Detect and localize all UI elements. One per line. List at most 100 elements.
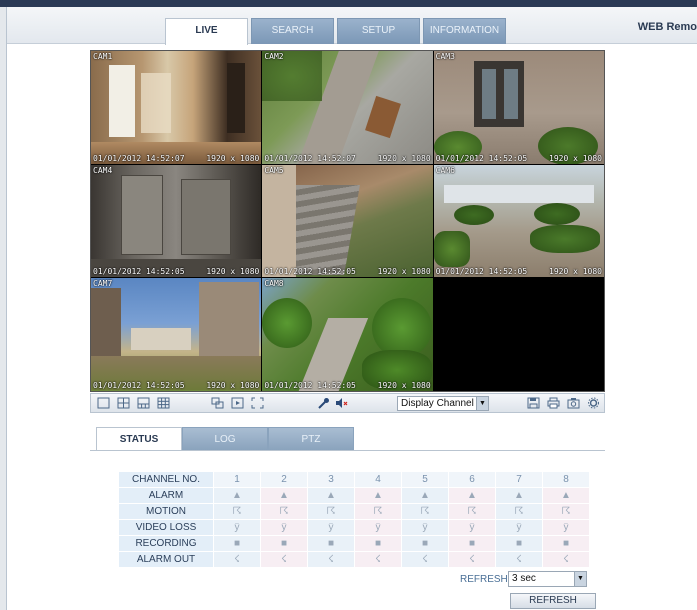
channel-number: 1	[213, 471, 261, 488]
camera-resolution: 1920 x 1080	[377, 153, 431, 163]
alarm-out-icon: ☇	[401, 551, 449, 568]
channel-number: 8	[542, 471, 590, 488]
video-loss-icon: ÿ	[354, 519, 402, 536]
sequence-icon[interactable]	[211, 397, 224, 409]
camera-view-8[interactable]: CAM8 01/01/2012 14:52:05 1920 x 1080	[262, 278, 433, 391]
camera-resolution: 1920 x 1080	[206, 380, 260, 390]
recording-icon: ■	[401, 535, 449, 552]
camera-label: CAM8	[264, 279, 284, 289]
channel-number: 5	[401, 471, 449, 488]
video-loss-icon: ÿ	[495, 519, 543, 536]
alarm-icon: ▲	[495, 487, 543, 504]
tab-search[interactable]: SEARCH	[251, 18, 334, 44]
info-subtabs: STATUS LOG PTZ	[90, 427, 590, 451]
channel-number: 4	[354, 471, 402, 488]
tab-status[interactable]: STATUS	[96, 427, 182, 451]
recording-icon: ■	[260, 535, 308, 552]
video-loss-icon: ÿ	[542, 519, 590, 536]
camera-label: CAM4	[93, 165, 113, 175]
camera-timestamp: 01/01/2012 14:52:05	[435, 267, 528, 277]
camera-timestamp: 01/01/2012 14:52:07	[93, 153, 185, 163]
print-icon[interactable]	[547, 397, 560, 409]
table-row-recording: RECORDING ■ ■ ■ ■ ■ ■ ■ ■	[118, 535, 590, 552]
refresh-label: REFRESH	[460, 574, 508, 585]
alarm-out-icon: ☇	[260, 551, 308, 568]
table-row-alarm-out: ALARM OUT ☇ ☇ ☇ ☇ ☇ ☇ ☇ ☇	[118, 551, 590, 568]
table-row-alarm: ALARM ▲ ▲ ▲ ▲ ▲ ▲ ▲ ▲	[118, 487, 590, 504]
tab-live[interactable]: LIVE	[165, 18, 248, 45]
channel-status-table: CHANNEL NO. 1 2 3 4 5 6 7 8 ALARM ▲ ▲ ▲ …	[118, 471, 590, 568]
motion-icon: ☈	[495, 503, 543, 520]
tab-information[interactable]: INFORMATION	[423, 18, 506, 44]
main-nav-bar: LIVE SEARCH SETUP INFORMATION WEB Remo	[7, 7, 697, 45]
header-label: CHANNEL NO.	[118, 471, 214, 488]
alarm-out-icon: ☇	[448, 551, 496, 568]
camera-timestamp: 01/01/2012 14:52:05	[93, 380, 185, 390]
recording-icon: ■	[448, 535, 496, 552]
audio-icon[interactable]	[335, 397, 348, 409]
chevron-down-icon: ▼	[574, 572, 586, 586]
alarm-icon: ▲	[260, 487, 308, 504]
channel-number: 3	[307, 471, 355, 488]
alarm-out-icon: ☇	[495, 551, 543, 568]
refresh-button[interactable]: REFRESH	[510, 593, 596, 609]
camera-resolution: 1920 x 1080	[549, 153, 602, 163]
alarm-icon: ▲	[401, 487, 449, 504]
camera-resolution: 1920 x 1080	[377, 267, 431, 277]
refresh-interval-value: 3 sec	[512, 573, 536, 584]
zoom-icon[interactable]	[251, 397, 264, 409]
camera-view-5[interactable]: CAM5 01/01/2012 14:52:05 1920 x 1080	[262, 164, 433, 278]
camera-view-empty[interactable]	[433, 278, 604, 391]
camera-view-2[interactable]: CAM2 01/01/2012 14:52:07 1920 x 1080	[262, 51, 433, 164]
window-top-strip	[0, 0, 697, 7]
camera-resolution: 1920 x 1080	[377, 380, 431, 390]
camera-label: CAM7	[93, 279, 113, 289]
camera-timestamp: 01/01/2012 14:52:05	[93, 267, 185, 277]
channel-number: 7	[495, 471, 543, 488]
fullscreen-icon[interactable]	[231, 397, 244, 409]
camera-view-6[interactable]: CAM6 01/01/2012 14:52:05 1920 x 1080	[433, 164, 604, 278]
camera-label: CAM6	[435, 165, 455, 175]
capture-icon[interactable]	[567, 397, 580, 409]
row-label: RECORDING	[118, 535, 214, 552]
camera-label: CAM5	[264, 165, 284, 175]
alarm-out-icon: ☇	[213, 551, 261, 568]
recording-icon: ■	[354, 535, 402, 552]
camera-view-7[interactable]: CAM7 01/01/2012 14:52:05 1920 x 1080	[91, 278, 262, 391]
tab-log[interactable]: LOG	[182, 427, 268, 451]
alarm-icon: ▲	[307, 487, 355, 504]
row-label: ALARM OUT	[118, 551, 214, 568]
tab-ptz[interactable]: PTZ	[268, 427, 354, 451]
recording-icon: ■	[307, 535, 355, 552]
motion-icon: ☈	[354, 503, 402, 520]
motion-icon: ☈	[448, 503, 496, 520]
camera-view-1[interactable]: CAM1 01/01/2012 14:52:07 1920 x 1080	[91, 51, 262, 164]
split-view-icon[interactable]	[137, 397, 150, 409]
video-loss-icon: ÿ	[448, 519, 496, 536]
video-loss-icon: ÿ	[213, 519, 261, 536]
camera-resolution: 1920 x 1080	[549, 267, 602, 277]
single-view-icon[interactable]	[97, 397, 110, 409]
tab-setup[interactable]: SETUP	[337, 18, 420, 44]
row-label: ALARM	[118, 487, 214, 504]
save-icon[interactable]	[527, 397, 540, 409]
motion-icon: ☈	[401, 503, 449, 520]
color-picker-icon[interactable]	[317, 397, 330, 409]
camera-view-3[interactable]: CAM3 01/01/2012 14:52:05 1920 x 1080	[433, 51, 604, 164]
settings-icon[interactable]	[587, 397, 600, 409]
row-label: MOTION	[118, 503, 214, 520]
camera-timestamp: 01/01/2012 14:52:05	[264, 267, 356, 277]
row-label: VIDEO LOSS	[118, 519, 214, 536]
video-loss-icon: ÿ	[401, 519, 449, 536]
alarm-icon: ▲	[542, 487, 590, 504]
alarm-icon: ▲	[213, 487, 261, 504]
nine-view-icon[interactable]	[157, 397, 170, 409]
camera-view-4[interactable]: CAM4 01/01/2012 14:52:05 1920 x 1080	[91, 164, 262, 278]
table-header-row: CHANNEL NO. 1 2 3 4 5 6 7 8	[118, 471, 590, 488]
camera-timestamp: 01/01/2012 14:52:05	[264, 380, 356, 390]
refresh-interval-select[interactable]: 3 sec ▼	[508, 571, 587, 587]
display-channel-select[interactable]: Display Channel ▼	[397, 396, 489, 411]
motion-icon: ☈	[542, 503, 590, 520]
camera-resolution: 1920 x 1080	[206, 267, 260, 277]
quad-view-icon[interactable]	[117, 397, 130, 409]
